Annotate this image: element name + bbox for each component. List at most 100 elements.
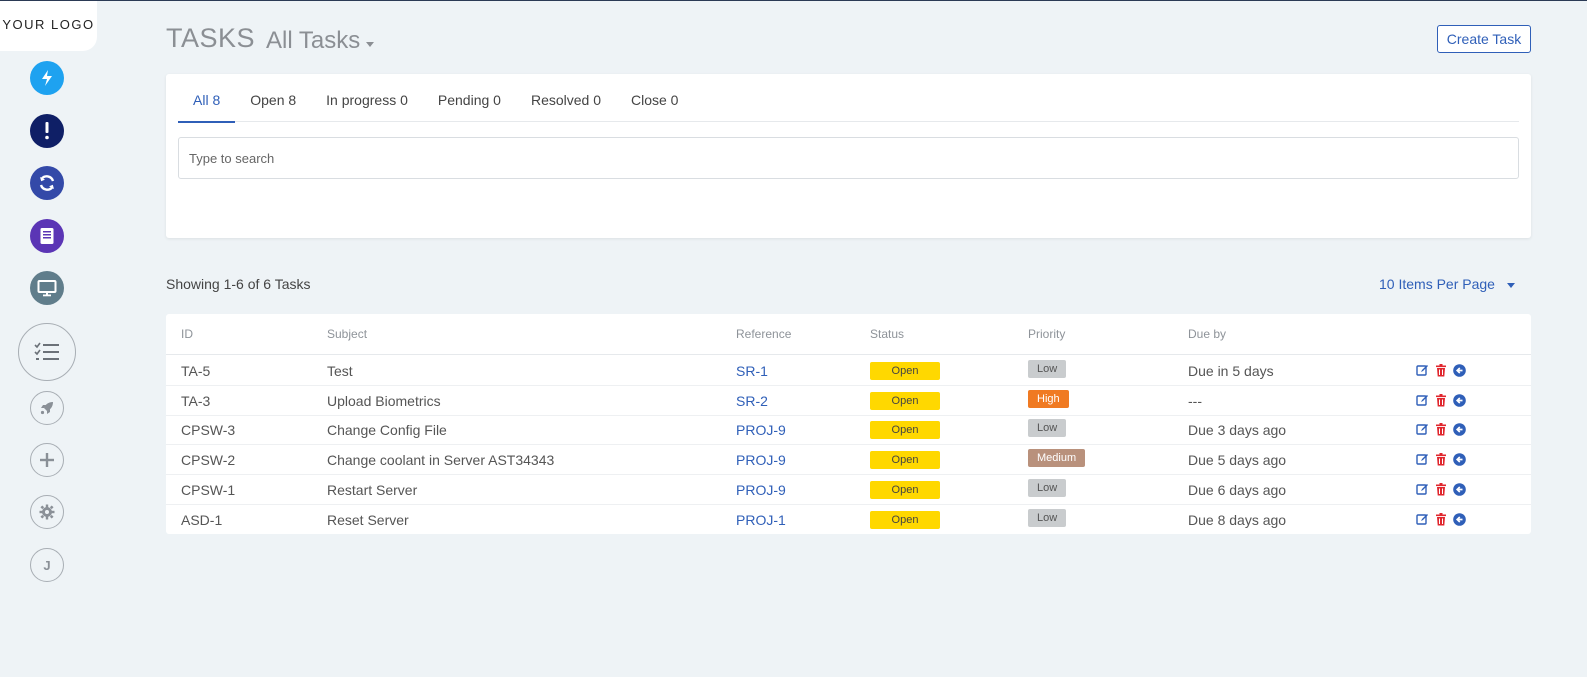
- task-reference-link[interactable]: SR-1: [736, 363, 768, 379]
- row-actions: [1416, 364, 1466, 377]
- caret-down-icon: [1506, 282, 1515, 288]
- task-reference-link[interactable]: PROJ-9: [736, 482, 786, 498]
- column-header-status[interactable]: Status: [870, 327, 904, 341]
- task-due-by: Due 3 days ago: [1188, 422, 1287, 439]
- create-task-button[interactable]: Create Task: [1437, 25, 1531, 53]
- edit-icon[interactable]: [1416, 364, 1429, 377]
- task-due-by: Due in 5 days: [1188, 363, 1274, 379]
- priority-badge: Low: [1028, 508, 1067, 527]
- tab-all[interactable]: All 8: [178, 74, 236, 123]
- tab-open[interactable]: Open 8: [235, 74, 311, 122]
- task-due-by: ---: [1188, 392, 1202, 409]
- status-tabs: All 8 Open 8 In progress 0 Pending 0 Res…: [178, 74, 1519, 123]
- task-reference-link[interactable]: PROJ-1: [736, 512, 786, 528]
- task-subject[interactable]: Test: [327, 363, 353, 379]
- refresh-icon[interactable]: [30, 166, 64, 200]
- status-badge: Open: [870, 480, 940, 499]
- gear-icon[interactable]: [30, 495, 64, 529]
- filter-panel: All 8 Open 8 In progress 0 Pending 0 Res…: [166, 74, 1531, 238]
- row-actions: [1416, 453, 1466, 466]
- delete-icon[interactable]: [1435, 512, 1447, 526]
- delete-icon[interactable]: [1435, 393, 1447, 407]
- tasks-list-icon[interactable]: [18, 323, 76, 381]
- row-actions: [1416, 482, 1466, 496]
- monitor-icon[interactable]: [30, 271, 64, 305]
- task-due-by: Due 8 days ago: [1188, 511, 1287, 528]
- task-subject[interactable]: Restart Server: [327, 482, 417, 498]
- tasks-table: ID Subject Reference Status Priority Due…: [166, 314, 1531, 534]
- task-id: ASD-1: [181, 511, 223, 528]
- task-id: CPSW-3: [181, 422, 236, 439]
- task-due-by: Due 5 days ago: [1188, 452, 1287, 469]
- assign-arrow-icon[interactable]: [1453, 482, 1466, 496]
- alert-icon[interactable]: [30, 114, 64, 148]
- table-row[interactable]: CPSW-2 Change coolant in Server AST34343 P…: [166, 445, 1531, 476]
- table-row[interactable]: CPSW-1 Restart Server PROJ-9 Open Low Due 6 d…: [166, 475, 1531, 505]
- view-dropdown[interactable]: All Tasks: [266, 27, 375, 55]
- task-due-by: Due 6 days ago: [1188, 481, 1287, 498]
- task-reference-link[interactable]: PROJ-9: [736, 452, 786, 468]
- results-count: Showing 1-6 of 6 Tasks: [166, 276, 311, 292]
- logo: YOUR LOGO: [0, 1, 97, 51]
- page-title: TASKS: [166, 23, 256, 53]
- column-header-subject[interactable]: Subject: [327, 327, 367, 341]
- assign-arrow-icon[interactable]: [1453, 393, 1466, 407]
- assign-arrow-icon[interactable]: [1453, 423, 1466, 437]
- status-badge: Open: [870, 510, 940, 529]
- task-subject[interactable]: Change coolant in Server AST34343: [327, 452, 554, 468]
- task-subject[interactable]: Upload Biometrics: [327, 393, 441, 409]
- task-id: TA-3: [181, 392, 211, 409]
- assign-arrow-icon[interactable]: [1453, 512, 1466, 526]
- user-avatar[interactable]: J: [30, 548, 64, 582]
- delete-icon[interactable]: [1435, 364, 1447, 377]
- assign-arrow-icon[interactable]: [1453, 364, 1466, 377]
- status-badge: Open: [870, 421, 940, 440]
- delete-icon[interactable]: [1435, 453, 1447, 466]
- priority-badge: Low: [1028, 360, 1067, 378]
- edit-icon[interactable]: [1416, 513, 1429, 526]
- row-actions: [1416, 393, 1466, 407]
- table-row[interactable]: ASD-1 Reset Server PROJ-1 Open Low Due 8 days…: [166, 505, 1531, 535]
- edit-icon[interactable]: [1416, 423, 1429, 436]
- task-reference-link[interactable]: PROJ-9: [736, 422, 786, 438]
- task-reference-link[interactable]: SR-2: [736, 393, 768, 409]
- table-header: ID Subject Reference Status Priority Due…: [166, 314, 1531, 355]
- priority-badge: Low: [1028, 419, 1067, 438]
- plus-icon[interactable]: [30, 443, 64, 477]
- items-per-page-dropdown[interactable]: 10 Items Per Page: [1379, 276, 1515, 292]
- priority-badge: Low: [1028, 478, 1067, 497]
- task-subject[interactable]: Change Config File: [327, 422, 447, 438]
- row-actions: [1416, 512, 1466, 526]
- status-badge: Open: [870, 451, 940, 470]
- row-actions: [1416, 423, 1466, 437]
- status-badge: Open: [870, 391, 940, 410]
- column-header-reference[interactable]: Reference: [736, 327, 791, 341]
- tab-close[interactable]: Close 0: [616, 74, 693, 122]
- table-row[interactable]: CPSW-3 Change Config File PROJ-9 Open Low Due…: [166, 415, 1531, 446]
- lightning-icon[interactable]: [30, 61, 64, 95]
- delete-icon[interactable]: [1435, 423, 1447, 436]
- items-per-page-label: 10 Items Per Page: [1379, 276, 1495, 292]
- column-header-id[interactable]: ID: [181, 327, 193, 341]
- table-row[interactable]: TA-5 Test SR-1 Open Low Due in 5 days: [166, 356, 1531, 386]
- delete-icon[interactable]: [1435, 482, 1447, 496]
- status-badge: Open: [870, 362, 940, 380]
- edit-icon[interactable]: [1416, 483, 1429, 496]
- task-id: CPSW-1: [181, 481, 236, 498]
- task-id: TA-5: [181, 363, 211, 379]
- column-header-due-by[interactable]: Due by: [1188, 327, 1226, 341]
- tab-resolved[interactable]: Resolved 0: [516, 74, 616, 122]
- edit-icon[interactable]: [1416, 453, 1429, 466]
- edit-icon[interactable]: [1416, 394, 1429, 407]
- search-input[interactable]: [178, 137, 1519, 179]
- priority-badge: High: [1028, 389, 1069, 408]
- book-icon[interactable]: [30, 219, 64, 253]
- tab-in-progress[interactable]: In progress 0: [311, 74, 423, 122]
- table-row[interactable]: TA-3 Upload Biometrics SR-2 Open High ---: [166, 386, 1531, 416]
- task-subject[interactable]: Reset Server: [327, 512, 409, 528]
- view-dropdown-label: All Tasks: [266, 27, 361, 54]
- rocket-icon[interactable]: [30, 391, 64, 425]
- column-header-priority[interactable]: Priority: [1028, 327, 1065, 341]
- tab-pending[interactable]: Pending 0: [423, 74, 516, 122]
- assign-arrow-icon[interactable]: [1453, 453, 1466, 466]
